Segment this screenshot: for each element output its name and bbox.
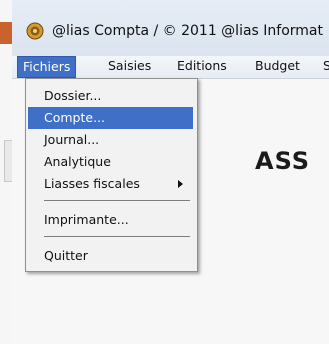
window-frame-accent [0,22,12,44]
menu-item-journal[interactable]: Journal... [28,129,193,151]
menu-item-quitter[interactable]: Quitter [28,245,193,267]
menu-saisies[interactable]: Saisies [103,56,156,76]
menu-more[interactable]: S [318,56,329,76]
background-title-text: ASS [255,147,311,175]
window-title: @lias Compta / © 2011 @lias Informat [52,23,323,39]
fichiers-dropdown-menu: Dossier... Compte... Journal... Analytiq… [25,78,198,272]
title-bar: @lias Compta / © 2011 @lias Informat [12,0,329,56]
menu-item-liasses-fiscales[interactable]: Liasses fiscales [28,173,193,195]
menu-item-imprimante[interactable]: Imprimante... [28,209,193,231]
menu-fichiers[interactable]: Fichiers [17,56,77,78]
menu-item-analytique[interactable]: Analytique [28,151,193,173]
menu-bar: Fichiers Saisies Editions Budget S [12,56,329,79]
submenu-arrow-icon [178,180,183,188]
menu-item-compte[interactable]: Compte... [28,107,193,129]
app-icon[interactable] [26,22,44,40]
menu-item-dossier[interactable]: Dossier... [28,85,193,107]
menu-separator [44,200,190,201]
menu-editions[interactable]: Editions [172,56,232,76]
menu-separator [44,236,190,237]
menu-budget[interactable]: Budget [250,56,305,76]
menu-item-liasses-fiscales-label: Liasses fiscales [44,176,140,191]
